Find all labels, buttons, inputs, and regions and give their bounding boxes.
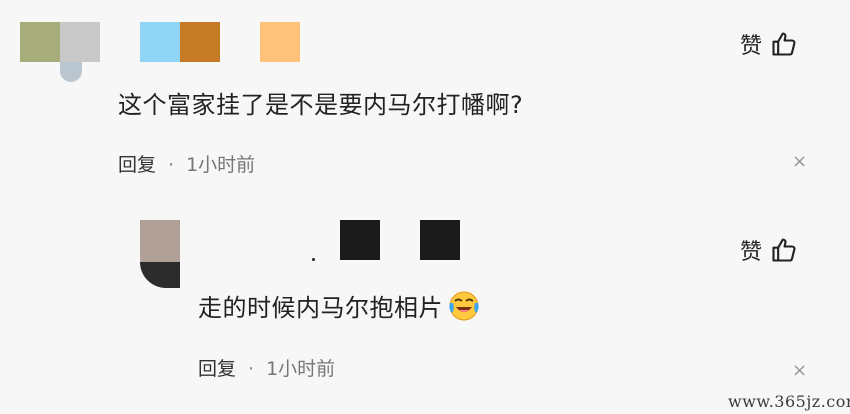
- redacted-dot: [312, 258, 315, 261]
- comment-meta: 回复 · 1小时前: [198, 354, 335, 381]
- separator: ·: [168, 154, 175, 176]
- like-button[interactable]: 赞: [740, 28, 798, 60]
- close-icon[interactable]: ×: [792, 151, 807, 172]
- like-button[interactable]: 赞: [740, 234, 798, 266]
- close-icon[interactable]: ×: [792, 360, 807, 381]
- redacted-name-block: [260, 22, 300, 62]
- thumbs-up-icon: [772, 238, 796, 262]
- like-label: 赞: [740, 240, 763, 265]
- timestamp: 1小时前: [266, 358, 336, 380]
- comment-meta: 回复 · 1小时前: [118, 150, 255, 177]
- avatar-edge: [60, 62, 82, 82]
- avatar-badge: [60, 22, 100, 62]
- redacted-name-block: [340, 220, 380, 260]
- avatar-shadow: [140, 262, 180, 288]
- comment-text: 走的时候内马尔抱相片: [198, 288, 481, 323]
- redacted-name-block: [180, 22, 220, 62]
- like-label: 赞: [740, 34, 763, 59]
- redacted-name-block: [420, 220, 460, 260]
- comment-text: 这个富家挂了是不是要内马尔打幡啊?: [118, 91, 524, 119]
- reply-button[interactable]: 回复: [118, 154, 156, 176]
- avatar[interactable]: [20, 22, 60, 62]
- timestamp: 1小时前: [186, 154, 256, 176]
- watermark: www.365jz.com: [728, 392, 850, 411]
- crying-laughing-emoji-icon: [449, 291, 479, 320]
- reply-button[interactable]: 回复: [198, 358, 236, 380]
- thumbs-up-icon: [772, 32, 796, 56]
- separator: ·: [248, 358, 255, 380]
- redacted-name-block: [140, 22, 180, 62]
- comment-text-content: 走的时候内马尔抱相片: [198, 294, 443, 322]
